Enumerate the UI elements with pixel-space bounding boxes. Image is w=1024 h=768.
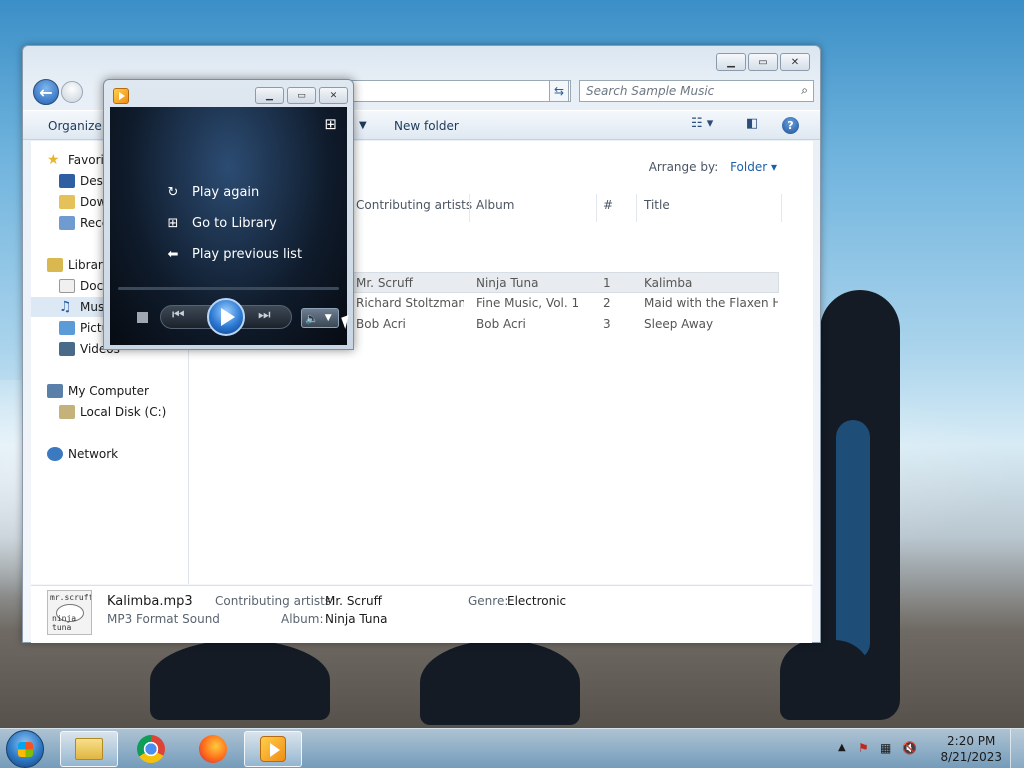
system-tray: ▲ ⚑ ▦ 🔇 2:20 PM 8/21/2023	[834, 729, 1024, 768]
switch-to-library-icon[interactable]: ⊞	[324, 115, 337, 133]
media-player-icon	[260, 736, 286, 762]
replay-icon: ↻	[167, 184, 179, 200]
taskbar-media-player[interactable]	[244, 731, 302, 767]
stop-button[interactable]	[137, 312, 148, 323]
new-folder-button[interactable]: New folder	[394, 119, 459, 133]
volume-muted-icon[interactable]: 🔇	[902, 741, 917, 756]
back-button[interactable]: ←	[33, 79, 59, 105]
column-separator[interactable]	[636, 194, 637, 222]
player-close-button[interactable]: ✕	[319, 87, 348, 104]
chrome-icon	[137, 735, 165, 763]
wallpaper-penguin	[150, 640, 330, 720]
taskbar-chrome[interactable]	[122, 731, 180, 767]
taskbar: ▲ ⚑ ▦ 🔇 2:20 PM 8/21/2023	[0, 728, 1024, 768]
view-options-icon[interactable]: ☷ ▾	[691, 116, 713, 131]
maximize-button[interactable]: ▭	[748, 53, 778, 71]
clock[interactable]: 2:20 PM 8/21/2023	[940, 733, 1002, 765]
taskbar-firefox[interactable]	[184, 731, 242, 767]
pictures-icon	[59, 321, 75, 335]
column-separator[interactable]	[469, 194, 470, 222]
speaker-icon: 🔈	[305, 311, 319, 325]
details-artists-label: Contributing artists:	[215, 594, 336, 608]
start-button[interactable]	[6, 730, 44, 768]
details-genre-value[interactable]: Electronic	[507, 594, 566, 608]
search-input[interactable]: Search Sample Music ⌕	[579, 80, 814, 102]
details-album-value[interactable]: Ninja Tuna	[325, 612, 388, 626]
network-status-icon[interactable]: ▦	[880, 741, 895, 756]
nav-local-disk[interactable]: Local Disk (C:)	[59, 402, 187, 422]
details-pane: mr.scruff ninja tuna Kalimba.mp3 MP3 For…	[31, 585, 812, 643]
media-player-logo-icon	[113, 88, 129, 104]
music-note-icon: ♫	[59, 299, 72, 315]
table-row[interactable]: Richard Stoltzman... Fine Music, Vol. 1 …	[349, 293, 779, 314]
column-contributing-artists[interactable]: Contributing artists	[356, 198, 472, 220]
arrange-by: Arrange by: Folder ▾	[648, 160, 777, 174]
column-album[interactable]: Album	[476, 198, 514, 220]
arrange-by-dropdown[interactable]: Folder ▾	[730, 160, 777, 174]
refresh-button[interactable]: ⇆	[549, 80, 569, 102]
column-number[interactable]: #	[603, 198, 613, 220]
details-genre-label: Genre:	[468, 594, 509, 608]
library-grid-icon: ⊞	[167, 215, 179, 231]
player-window-controls: ▁ ▭ ✕	[255, 87, 348, 104]
album-art-thumbnail: mr.scruff ninja tuna	[47, 590, 92, 635]
play-again-option[interactable]: ↻ Play again	[164, 181, 260, 203]
wallpaper-penguin-belly	[836, 420, 870, 660]
recent-places-icon	[59, 216, 75, 230]
go-to-library-option[interactable]: ⊞ Go to Library	[164, 212, 277, 234]
star-icon: ★	[47, 152, 60, 168]
libraries-icon	[47, 258, 63, 272]
table-row[interactable]: Mr. Scruff Ninja Tuna 1 Kalimba	[349, 272, 779, 293]
wallpaper-penguin	[780, 640, 870, 720]
column-title[interactable]: Title	[644, 198, 670, 220]
window-controls: ▁ ▭ ✕	[716, 53, 810, 71]
show-desktop-button[interactable]	[1010, 729, 1024, 768]
details-album-label: Album:	[281, 612, 324, 626]
close-button[interactable]: ✕	[780, 53, 810, 71]
nav-my-computer[interactable]: My Computer	[47, 381, 187, 401]
taskbar-explorer[interactable]	[60, 731, 118, 767]
computer-icon	[47, 384, 63, 398]
previous-track-icon[interactable]: ⏮	[172, 307, 185, 323]
videos-icon	[59, 342, 75, 356]
next-track-icon[interactable]: ⏭	[258, 307, 271, 323]
column-separator[interactable]	[596, 194, 597, 222]
arrow-left-icon: ⬅	[167, 246, 179, 262]
disk-drive-icon	[59, 405, 75, 419]
volume-dropdown-icon[interactable]: ▼	[325, 313, 332, 323]
table-row[interactable]: Bob Acri Bob Acri 3 Sleep Away	[349, 314, 779, 335]
play-button[interactable]	[207, 298, 245, 336]
play-previous-list-option[interactable]: ⬅ Play previous list	[164, 243, 303, 265]
details-artists-value[interactable]: Mr. Scruff	[325, 594, 382, 608]
preview-pane-icon[interactable]: ◧	[746, 116, 758, 131]
media-player-window: ▁ ▭ ✕ ⊞ ↻ Play again ⊞ Go to Library ⬅ P…	[103, 79, 354, 350]
nav-network[interactable]: Network	[47, 444, 187, 464]
column-separator[interactable]	[781, 194, 782, 222]
search-placeholder: Search Sample Music	[586, 84, 715, 98]
wallpaper-penguin	[420, 640, 580, 725]
network-icon	[47, 447, 63, 461]
details-filename: Kalimba.mp3	[107, 594, 193, 609]
search-icon[interactable]: ⌕	[801, 83, 808, 98]
folder-icon	[75, 738, 103, 760]
details-filetype: MP3 Format Sound	[107, 612, 220, 626]
seek-bar[interactable]	[118, 287, 339, 290]
toolbar-dropdown-icon[interactable]: ▼	[359, 120, 367, 131]
downloads-folder-icon	[59, 195, 75, 209]
desktop-icon	[59, 174, 75, 188]
documents-icon	[59, 279, 75, 293]
firefox-icon	[199, 735, 227, 763]
action-center-flag-icon[interactable]: ⚑	[858, 741, 873, 756]
forward-button[interactable]	[61, 81, 83, 103]
help-icon[interactable]: ?	[782, 117, 799, 134]
player-maximize-button[interactable]: ▭	[287, 87, 316, 104]
player-minimize-button[interactable]: ▁	[255, 87, 284, 104]
volume-button[interactable]: 🔈 ▼	[301, 308, 339, 328]
show-hidden-icons-icon[interactable]: ▲	[838, 742, 846, 753]
now-playing-area: ⊞ ↻ Play again ⊞ Go to Library ⬅ Play pr…	[110, 107, 347, 345]
minimize-button[interactable]: ▁	[716, 53, 746, 71]
